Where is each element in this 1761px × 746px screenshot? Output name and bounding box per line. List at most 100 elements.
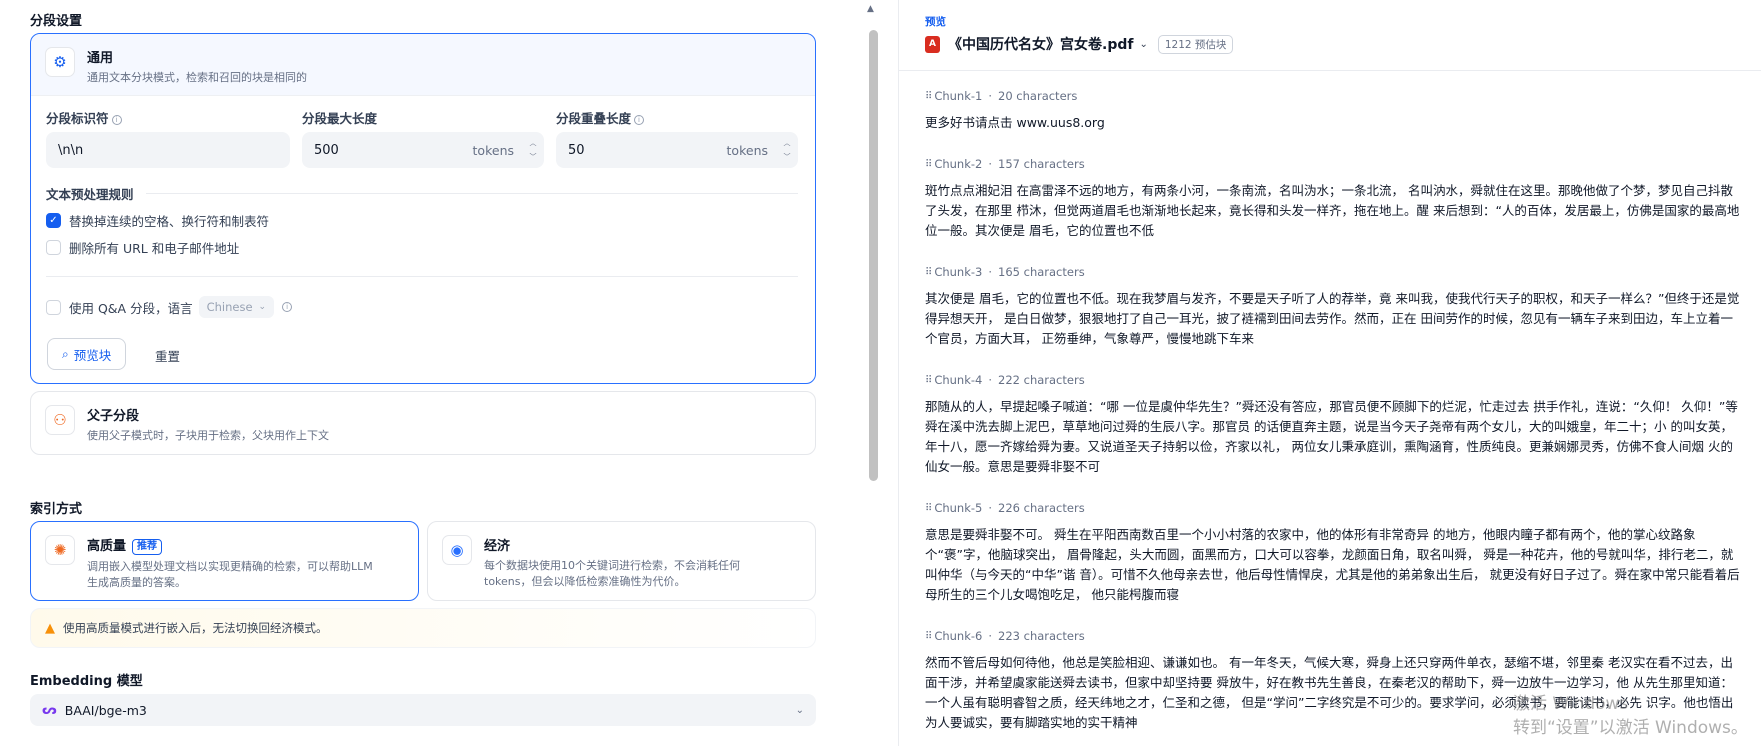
- high-quality-title: 高质量 推荐: [87, 535, 373, 555]
- identifier-input[interactable]: \n\n: [46, 132, 290, 168]
- parent-child-header[interactable]: ⚇ 父子分段 使用父子模式时，子块用于检索，父块用作上下文: [31, 392, 815, 456]
- rule-remove-urls[interactable]: 删除所有 URL 和电子邮件地址: [46, 238, 239, 257]
- overlap-input[interactable]: 50 tokens ︿ ﹀: [556, 132, 798, 168]
- checkbox-checked[interactable]: ✓: [46, 213, 61, 228]
- chunk-item: ⠿ Chunk-3 · 165 characters 其次便是 眉毛，它的位置也不低。…: [925, 265, 1740, 349]
- chevron-down-icon: ⌄: [795, 704, 804, 716]
- chunk-id: Chunk-6: [934, 629, 983, 643]
- identifier-value: \n\n: [58, 142, 84, 158]
- chunk-char-count: 165 characters: [998, 265, 1085, 279]
- chunk-text: 其次便是 眉毛，它的位置也不低。现在我梦眉与发齐，不要是天子听了人的荐举，竟 来…: [925, 291, 1740, 346]
- qa-segmentation-row[interactable]: 使用 Q&A 分段，语言 Chinese ⌄ i: [46, 296, 293, 318]
- chevron-down-icon[interactable]: ﹀: [530, 152, 537, 162]
- high-quality-card[interactable]: ✺ 高质量 推荐 调用嵌入模型处理文档以实现更精确的检索，可以帮助LLM 生成高质…: [30, 521, 419, 601]
- qa-label: 使用 Q&A 分段，语言: [69, 300, 193, 316]
- grip-icon: ⠿: [925, 502, 932, 514]
- chunk-text: 那随从的人，早提起嗓子喊道：“哪 一位是虞仲华先生？”舜还没有答应，那官员便不顾…: [925, 399, 1738, 474]
- model-provider-icon: ᔕ: [42, 702, 57, 718]
- chevron-up-icon[interactable]: ︿: [530, 138, 537, 148]
- max-length-stepper[interactable]: ︿ ﹀: [528, 138, 538, 162]
- gear-icon: ⚙: [45, 47, 75, 77]
- parent-child-icon: ⚇: [45, 405, 75, 435]
- chunk-item: ⠿ Chunk-4 · 222 characters 那随从的人，早提起嗓子喊道：“哪…: [925, 373, 1740, 477]
- chunk-id: Chunk-5: [934, 501, 983, 515]
- estimated-block-count: 1212 预估块: [1157, 34, 1234, 54]
- rule-1-label: 替换掉连续的空格、换行符和制表符: [69, 214, 270, 229]
- general-mode-card[interactable]: ⚙ 通用 通用文本分块模式，检索和召回的块是相同的: [30, 33, 816, 384]
- high-quality-icon: ✺: [45, 535, 75, 565]
- rule-replace-whitespace[interactable]: ✓ 替换掉连续的空格、换行符和制表符: [46, 211, 269, 230]
- scroll-up-arrow-icon[interactable]: ▲: [867, 4, 874, 14]
- economy-header[interactable]: ◉ 经济 每个数据块使用10个关键词进行检索，不会消耗任何 tokens，但会以…: [428, 522, 815, 603]
- chunk-item: ⠿ Chunk-1 · 20 characters 更多好书请点击 www.uus8.…: [925, 89, 1740, 133]
- max-length-input[interactable]: 500 tokens ︿ ﹀: [302, 132, 544, 168]
- settings-panel: 分段设置 ⚙ 通用 通用文本分块模式，检索和召回的块是相同的 分段标识符 i 分段…: [0, 0, 870, 746]
- max-length-unit: tokens: [472, 142, 514, 158]
- overlap-value: 50: [568, 142, 585, 158]
- general-mode-header[interactable]: ⚙ 通用 通用文本分块模式，检索和召回的块是相同的: [31, 34, 815, 96]
- segmentation-section-title: 分段设置: [30, 14, 83, 29]
- watermark-line-2: 转到“设置”以激活 Windows。: [1513, 718, 1748, 738]
- max-length-label: 分段最大长度: [302, 111, 378, 126]
- chunk-text: 意思是要舜非娶不可。 舜生在平阳西南数百里一个小小村落的农家中，他的体形有非常奇…: [925, 527, 1740, 602]
- recommended-badge: 推荐: [132, 539, 163, 555]
- index-section-title: 索引方式: [30, 502, 83, 517]
- max-length-value: 500: [314, 142, 339, 158]
- file-selector[interactable]: A 《中国历代名女》宫女卷.pdf ⌄ 1212 预估块: [925, 34, 1234, 54]
- qa-divider: [46, 276, 798, 277]
- preview-button-label: 预览块: [73, 347, 112, 363]
- reset-button[interactable]: 重置: [155, 346, 180, 365]
- preview-panel: 预览 A 《中国历代名女》宫女卷.pdf ⌄ 1212 预估块 ⠿ Chunk-1…: [898, 0, 1761, 746]
- parent-child-desc: 使用父子模式时，子块用于检索，父块用作上下文: [87, 429, 329, 442]
- chunk-char-count: 157 characters: [998, 157, 1085, 171]
- chevron-down-icon[interactable]: ﹀: [784, 152, 791, 162]
- chunk-item: ⠿ Chunk-5 · 226 characters 意思是要舜非娶不可。 舜生在平阳…: [925, 501, 1740, 605]
- grip-icon: ⠿: [925, 266, 932, 278]
- preview-header-divider: [899, 70, 1761, 71]
- embedding-model-select[interactable]: ᔕ BAAI/bge-m3 ⌄: [30, 694, 816, 726]
- language-value: Chinese: [206, 300, 253, 314]
- chevron-down-icon[interactable]: ⌄: [1139, 39, 1147, 50]
- grip-icon: ⠿: [925, 374, 932, 386]
- mode-switch-warning: ▲ 使用高质量模式进行嵌入后，无法切换回经济模式。: [30, 608, 816, 648]
- warning-text: 使用高质量模式进行嵌入后，无法切换回经济模式。: [63, 621, 328, 635]
- high-quality-desc: 调用嵌入模型处理文档以实现更精确的检索，可以帮助LLM 生成高质量的答案。: [87, 560, 373, 589]
- chevron-down-icon: ⌄: [258, 302, 267, 312]
- scrollbar-thumb[interactable]: [869, 30, 878, 481]
- checkbox-unchecked[interactable]: [46, 240, 61, 255]
- piggy-bank-icon: ◉: [442, 535, 472, 565]
- info-icon[interactable]: i: [282, 302, 293, 312]
- embedding-section-title: Embedding 模型: [30, 674, 143, 689]
- economy-desc: 每个数据块使用10个关键词进行检索，不会消耗任何 tokens，但会以降低检索准…: [484, 559, 740, 588]
- parent-child-mode-card[interactable]: ⚇ 父子分段 使用父子模式时，子块用于检索，父块用作上下文: [30, 391, 816, 455]
- chevron-up-icon[interactable]: ︿: [784, 138, 791, 148]
- chunk-char-count: 20 characters: [998, 89, 1078, 103]
- search-icon: ⌕: [62, 346, 69, 361]
- general-mode-title: 通用: [87, 51, 114, 66]
- preview-chunks-button[interactable]: ⌕ 预览块: [47, 338, 127, 370]
- app-root: 分段设置 ⚙ 通用 通用文本分块模式，检索和召回的块是相同的 分段标识符 i 分段…: [0, 0, 1761, 746]
- general-mode-desc: 通用文本分块模式，检索和召回的块是相同的: [87, 71, 307, 84]
- info-icon[interactable]: i: [111, 115, 122, 125]
- rules-divider: [146, 193, 798, 194]
- overlap-label: 分段重叠长度 i: [556, 108, 645, 127]
- chunk-text: 斑竹点点湘妃泪 在高雷泽不远的地方，有两条小河，一条南流，名叫沩水；一条北流， …: [925, 183, 1740, 238]
- chunk-id: Chunk-3: [934, 265, 983, 279]
- windows-activation-watermark: 激活 Windows 转到“设置”以激活 Windows。: [1513, 692, 1748, 740]
- checkbox-unchecked[interactable]: [46, 299, 61, 315]
- overlap-unit: tokens: [726, 142, 768, 158]
- chunk-item: ⠿ Chunk-2 · 157 characters 斑竹点点湘妃泪 在高雷泽不远的地…: [925, 157, 1740, 241]
- rules-title: 文本预处理规则: [46, 187, 134, 202]
- info-icon[interactable]: i: [634, 115, 645, 125]
- preview-label: 预览: [925, 16, 946, 28]
- watermark-line-1: 激活 Windows: [1513, 694, 1629, 714]
- rule-2-label: 删除所有 URL 和电子邮件地址: [69, 241, 240, 256]
- chunk-id: Chunk-4: [934, 373, 983, 387]
- high-quality-header[interactable]: ✺ 高质量 推荐 调用嵌入模型处理文档以实现更精确的检索，可以帮助LLM 生成高质…: [31, 522, 418, 604]
- grip-icon: ⠿: [925, 630, 932, 642]
- chunk-id: Chunk-1: [934, 89, 983, 103]
- chunk-char-count: 223 characters: [998, 629, 1085, 643]
- language-select[interactable]: Chinese ⌄: [198, 296, 275, 318]
- economy-card[interactable]: ◉ 经济 每个数据块使用10个关键词进行检索，不会消耗任何 tokens，但会以…: [427, 521, 816, 601]
- overlap-stepper[interactable]: ︿ ﹀: [782, 138, 792, 162]
